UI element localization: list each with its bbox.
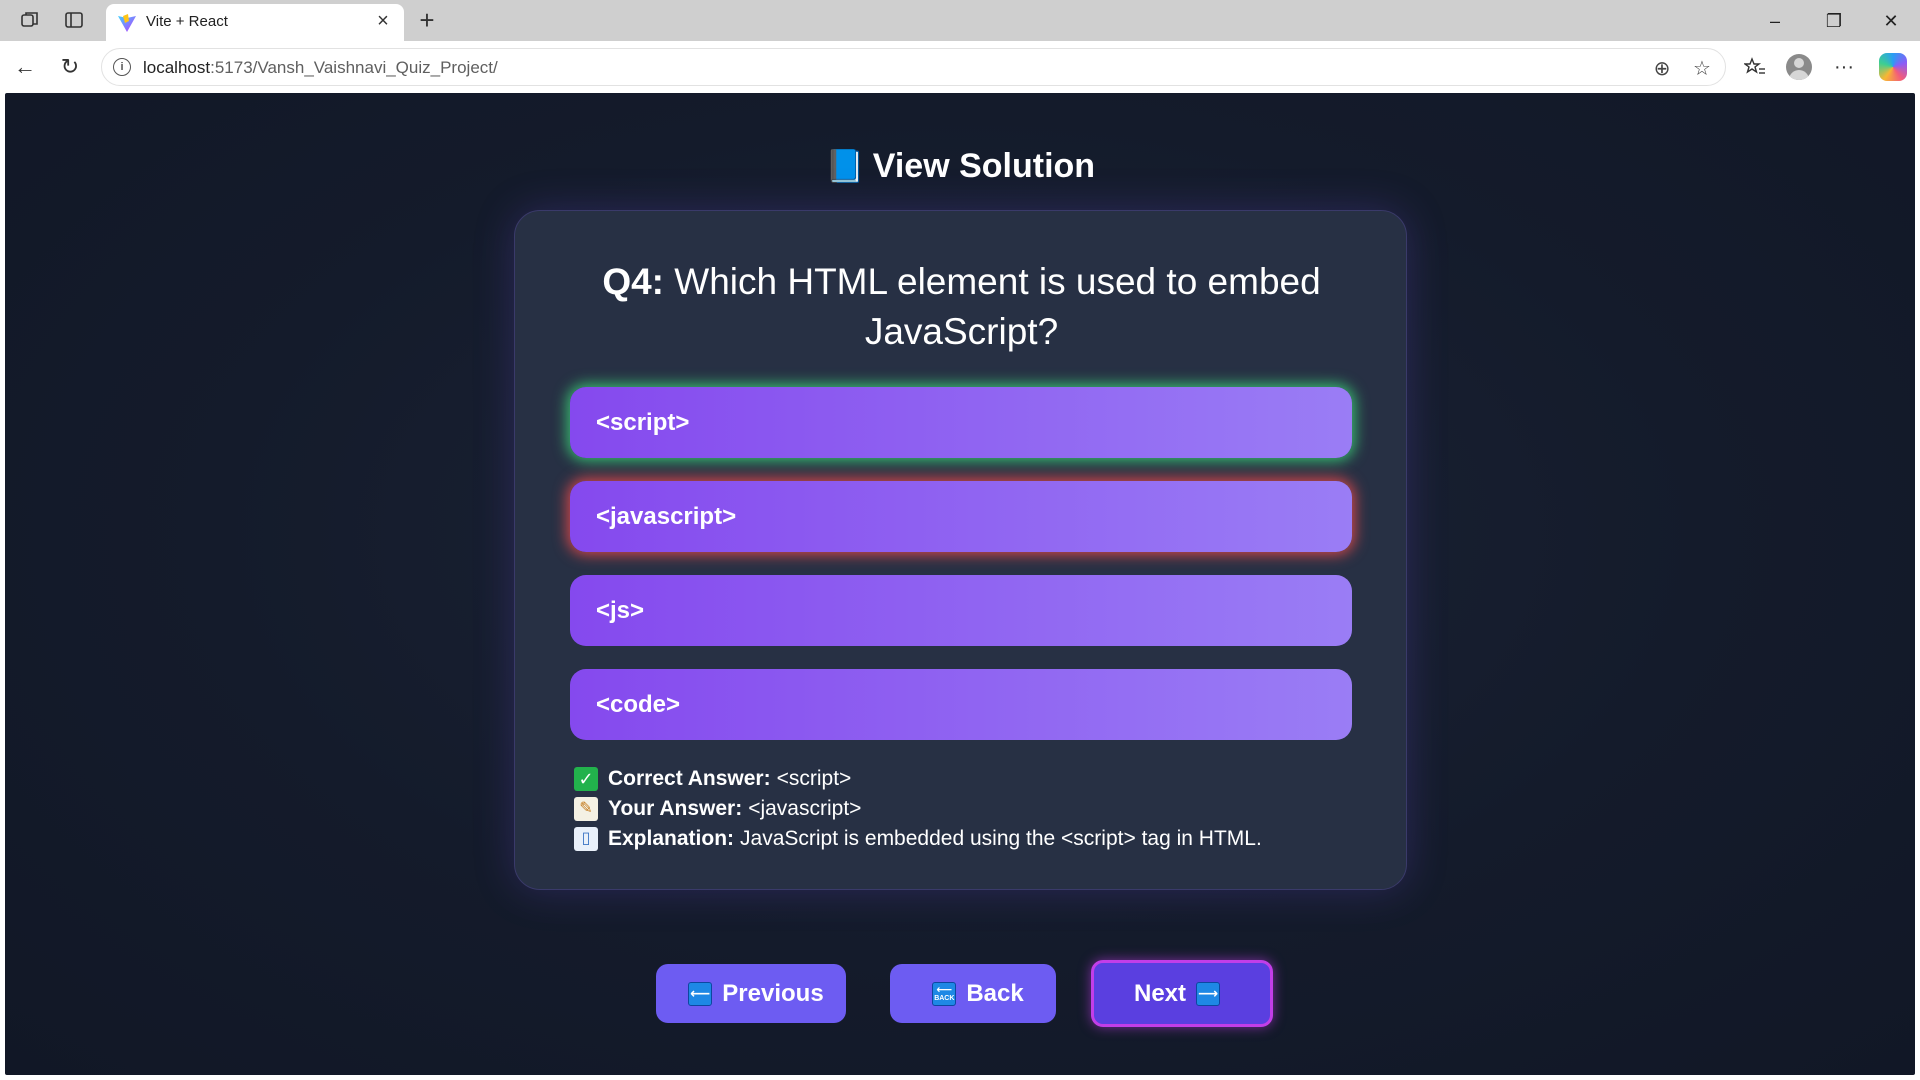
- option-correct[interactable]: <script>: [570, 387, 1352, 458]
- copilot-icon[interactable]: [1879, 53, 1907, 81]
- question-label: Q4:: [602, 261, 664, 302]
- close-window-icon[interactable]: ✕: [1876, 8, 1906, 34]
- explanation-value: JavaScript is embedded using the <script…: [740, 827, 1262, 850]
- explanation-label: Explanation:: [608, 827, 735, 850]
- maximize-icon[interactable]: ❐: [1819, 8, 1849, 34]
- previous-button[interactable]: ⟵ Previous: [656, 964, 846, 1023]
- correct-answer-value: <script>: [776, 767, 852, 790]
- open-book-icon: ▯: [574, 827, 598, 851]
- your-answer-value: <javascript>: [748, 797, 862, 820]
- favorite-star-icon[interactable]: ☆: [1689, 55, 1715, 81]
- page-title: 📘 View Solution: [5, 147, 1915, 186]
- check-mark-icon: ✓: [574, 767, 598, 791]
- site-info-icon[interactable]: i: [113, 58, 131, 76]
- new-tab-icon[interactable]: +: [414, 7, 440, 33]
- close-tab-icon[interactable]: ×: [372, 10, 394, 32]
- question-body: Which HTML element is used to embed Java…: [674, 261, 1321, 352]
- tab-title: Vite + React: [146, 13, 228, 30]
- page-title-text: View Solution: [872, 147, 1096, 185]
- browser-tab-bar: Vite + React × + – ❐ ✕: [0, 0, 1920, 41]
- correct-answer-row: ✓ Correct Answer: <script>: [574, 764, 1262, 794]
- profile-avatar[interactable]: [1786, 54, 1812, 80]
- browser-tab[interactable]: Vite + React ×: [106, 4, 404, 41]
- minimize-icon[interactable]: –: [1760, 8, 1790, 34]
- workspaces-icon[interactable]: [18, 8, 42, 32]
- browser-toolbar: ← ↻ i localhost:5173/Vansh_Vaishnavi_Qui…: [0, 41, 1920, 93]
- vertical-tabs-icon[interactable]: [62, 8, 86, 32]
- page-viewport: 📘 View Solution Q4: Which HTML element is…: [5, 93, 1915, 1075]
- next-label: Next: [1133, 979, 1187, 1007]
- favorites-icon[interactable]: [1741, 53, 1769, 81]
- solution-card: Q4: Which HTML element is used to embed …: [514, 210, 1407, 890]
- right-arrow-icon: ⟶: [1196, 981, 1221, 1006]
- vite-logo-icon: [118, 14, 136, 32]
- your-answer-row: ✎ Your Answer: <javascript>: [574, 794, 1262, 824]
- zoom-icon[interactable]: ⊕: [1649, 55, 1675, 81]
- blue-book-icon: 📘: [824, 148, 865, 184]
- option-wrong[interactable]: <javascript>: [570, 481, 1352, 552]
- address-bar[interactable]: i localhost:5173/Vansh_Vaishnavi_Quiz_Pr…: [101, 48, 1726, 86]
- back-button[interactable]: ⟵ BACK Back: [890, 964, 1056, 1023]
- left-arrow-icon: ⟵: [688, 981, 713, 1006]
- previous-label: Previous: [722, 979, 824, 1007]
- explanation-row: ▯ Explanation: JavaScript is embedded us…: [574, 824, 1262, 854]
- option-3[interactable]: <js>: [570, 575, 1352, 646]
- your-answer-label: Your Answer:: [608, 797, 743, 820]
- memo-icon: ✎: [574, 797, 598, 821]
- next-button[interactable]: Next ⟶: [1091, 960, 1273, 1027]
- back-label: Back: [966, 979, 1024, 1007]
- answer-details: ✓ Correct Answer: <script> ✎ Your Answer…: [574, 764, 1262, 854]
- refresh-icon[interactable]: ↻: [56, 53, 84, 81]
- back-arrow-emoji-icon: ⟵ BACK: [932, 981, 957, 1006]
- url-text[interactable]: localhost:5173/Vansh_Vaishnavi_Quiz_Proj…: [143, 58, 498, 78]
- more-options-icon[interactable]: ···: [1830, 53, 1858, 81]
- option-4[interactable]: <code>: [570, 669, 1352, 740]
- back-arrow-icon[interactable]: ←: [11, 53, 39, 81]
- correct-answer-label: Correct Answer:: [608, 767, 771, 790]
- url-path: :5173/Vansh_Vaishnavi_Quiz_Project/: [210, 58, 498, 77]
- question-text: Q4: Which HTML element is used to embed …: [545, 257, 1378, 357]
- url-host: localhost: [143, 58, 211, 77]
